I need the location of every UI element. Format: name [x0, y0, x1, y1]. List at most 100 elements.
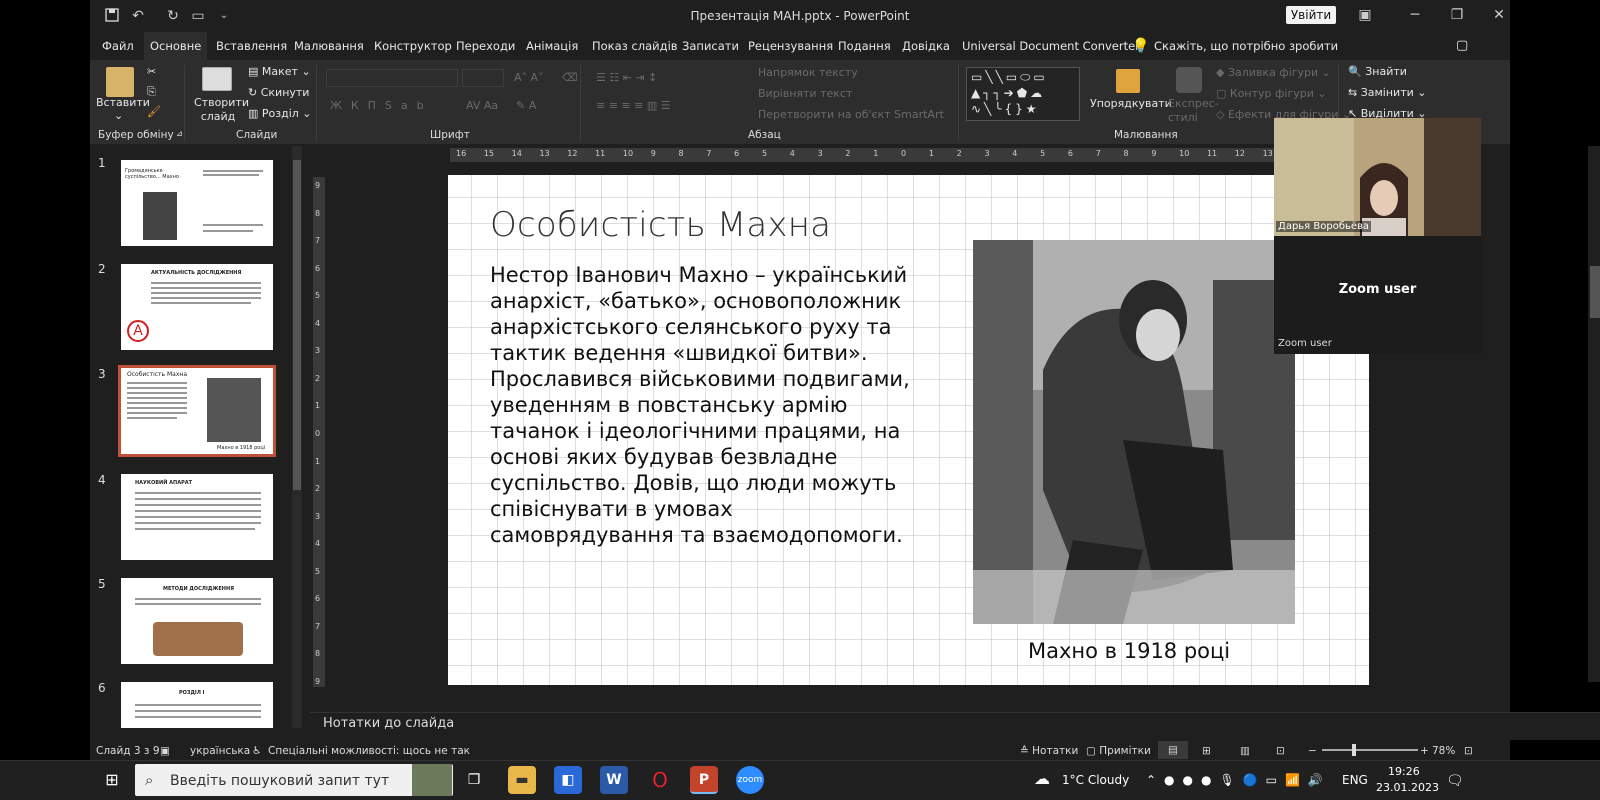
word-icon[interactable]: W: [600, 766, 628, 794]
thumbnail-slide-2[interactable]: АКТУАЛЬНІСТЬ ДОСЛІДЖЕННЯ A: [121, 264, 273, 350]
slide-title[interactable]: Особистість Махна: [490, 205, 831, 245]
layout-button[interactable]: ▤ Макет ⌄: [248, 65, 311, 78]
copy-icon[interactable]: ⎘: [147, 85, 156, 99]
normal-view-icon[interactable]: ▤: [1158, 741, 1188, 759]
store-icon[interactable]: ◧: [554, 766, 582, 794]
language-indicator[interactable]: українська: [190, 745, 250, 757]
shape-fill-button[interactable]: ◆ Заливка фігури ⌄: [1216, 66, 1331, 79]
paste-button[interactable]: Вставити: [96, 96, 150, 109]
input-language[interactable]: ENG: [1342, 773, 1368, 787]
tab-record[interactable]: Записати: [680, 32, 741, 60]
comments-button[interactable]: ▢ Примітки: [1086, 745, 1151, 757]
accessibility-icon[interactable]: ♿: [252, 745, 261, 757]
notes-button[interactable]: ≙ Нотатки: [1020, 745, 1078, 757]
zoom-slider-thumb[interactable]: [1352, 744, 1356, 756]
comments-icon[interactable]: ▢: [1454, 32, 1470, 60]
format-painter-icon[interactable]: 🖌: [147, 105, 161, 118]
font-size-box[interactable]: [462, 69, 504, 87]
slide-scroll-thumb[interactable]: [1590, 266, 1600, 318]
thumbnail-slide-4[interactable]: НАУКОВИЙ АПАРАТ: [121, 474, 273, 560]
sign-in-button[interactable]: Увійти: [1286, 6, 1336, 24]
tell-me-search[interactable]: Скажіть, що потрібно зробити: [1152, 32, 1340, 60]
list-buttons[interactable]: ☰ ☷ ⇤ ⇥ ↕: [596, 71, 657, 84]
accessibility-status[interactable]: Спеціальні можливості: щось не так: [268, 745, 470, 757]
makhno-photo[interactable]: [973, 240, 1295, 624]
clock-time[interactable]: 19:26: [1388, 765, 1420, 778]
zoom-in-icon[interactable]: +: [1420, 745, 1429, 757]
tab-slideshow[interactable]: Показ слайдів: [590, 32, 680, 60]
tab-review[interactable]: Рецензування: [746, 32, 835, 60]
highlight-icon[interactable]: ✎ A: [516, 99, 536, 112]
replace-button[interactable]: ⇆ Замінити ⌄: [1348, 86, 1426, 99]
zoom-slider[interactable]: [1322, 749, 1418, 751]
slideshow-view-icon[interactable]: ⊡: [1276, 745, 1285, 757]
font-name-box[interactable]: [326, 69, 458, 87]
ribbon-display-icon[interactable]: ▣: [1354, 6, 1376, 24]
restore-button[interactable]: ❐: [1446, 6, 1468, 24]
cut-icon[interactable]: ✂: [147, 65, 156, 78]
powerpoint-icon[interactable]: P: [690, 766, 718, 794]
notes-placeholder[interactable]: Нотатки до слайда: [323, 716, 454, 731]
minimize-button[interactable]: ─: [1404, 6, 1426, 24]
weather-icon[interactable]: ☁: [1034, 769, 1050, 788]
font-style-buttons[interactable]: ЖКПSab: [330, 99, 433, 112]
clock-date[interactable]: 23.01.2023: [1376, 781, 1439, 794]
smartart-button[interactable]: Перетворити на об'єкт SmartArt: [758, 108, 944, 121]
thumbnail-scroll-thumb[interactable]: [293, 160, 301, 490]
tab-help[interactable]: Довідка: [900, 32, 952, 60]
tab-transitions[interactable]: Переходи: [454, 32, 517, 60]
thumbnail-slide-3[interactable]: Особистість Махна Махно в 1918 році: [118, 365, 276, 457]
new-slide-icon[interactable]: [202, 67, 232, 91]
text-direction-button[interactable]: Напрямок тексту: [758, 66, 858, 79]
font-grow-icon[interactable]: A˄ A˅: [514, 71, 544, 84]
paste-icon[interactable]: [106, 67, 134, 97]
notifications-icon[interactable]: 🗨: [1446, 773, 1464, 789]
thumbnail-scrollbar[interactable]: [292, 146, 302, 728]
find-button[interactable]: 🔍 Знайти: [1348, 65, 1407, 78]
zoom-out-icon[interactable]: −: [1308, 745, 1317, 757]
arrange-icon[interactable]: [1116, 69, 1140, 93]
tab-view[interactable]: Подання: [836, 32, 893, 60]
slide-sorter-icon[interactable]: ⊞: [1202, 745, 1211, 757]
zoom-video-tile[interactable]: Zoom user Zoom user: [1274, 236, 1481, 354]
section-button[interactable]: ▥ Розділ ⌄: [248, 107, 312, 120]
arrange-button[interactable]: Упорядкувати: [1090, 97, 1172, 110]
task-view-icon[interactable]: ❐: [460, 766, 488, 794]
spelling-icon[interactable]: ▣: [160, 745, 170, 757]
reading-view-icon[interactable]: ▥: [1240, 745, 1250, 757]
align-buttons[interactable]: ≡ ≡ ≡ ≡ ▥ ☰: [596, 99, 671, 112]
tray-icons[interactable]: ⌃●●●🎙🔵▭📶🔊: [1146, 773, 1331, 787]
new-slide-button[interactable]: Створити слайд: [194, 96, 249, 124]
tab-animations[interactable]: Анімація: [524, 32, 580, 60]
slide-canvas[interactable]: Особистість Махна Нестор Іванович Махно …: [448, 175, 1369, 685]
tab-design[interactable]: Конструктор: [372, 32, 454, 60]
char-spacing-icon[interactable]: AV Aa: [466, 99, 498, 112]
opera-icon[interactable]: O: [646, 766, 674, 794]
thumbnail-slide-1[interactable]: Громадянське суспільство... Махно: [121, 160, 273, 246]
reset-button[interactable]: ↻ Скинути: [248, 86, 309, 99]
zoom-video-tile[interactable]: Дарья Воробьёва: [1274, 118, 1481, 236]
zoom-icon[interactable]: zoom: [736, 766, 764, 794]
zoom-level[interactable]: 78%: [1432, 745, 1455, 757]
close-button[interactable]: ✕: [1488, 6, 1510, 24]
shape-outline-button[interactable]: ▢ Контур фігури ⌄: [1216, 87, 1327, 100]
thumbnail-slide-5[interactable]: МЕТОДИ ДОСЛІДЖЕННЯ: [121, 578, 273, 664]
quick-styles-button[interactable]: Експрес-стилі: [1168, 97, 1219, 125]
thumbnail-slide-6[interactable]: РОЗДІЛ І: [121, 682, 273, 728]
shapes-gallery[interactable]: ▭╲╲▭⬭▭ ▲┐┐➔⬟☁ ∿╲╰{}★: [966, 67, 1080, 121]
tab-home[interactable]: Основне: [144, 32, 208, 60]
clipboard-launcher-icon[interactable]: ⊿: [176, 129, 183, 138]
tab-udc[interactable]: Universal Document Converter: [960, 32, 1142, 60]
vertical-ruler[interactable]: 9 8 7 6 5 4 3 2 1 0 1 2 3 4 5 6 7 8 9: [313, 177, 325, 687]
photo-caption[interactable]: Махно в 1918 році: [1028, 639, 1230, 663]
tab-draw[interactable]: Малювання: [292, 32, 366, 60]
slide-scrollbar[interactable]: [1588, 146, 1600, 682]
file-explorer-icon[interactable]: ▬: [508, 766, 536, 794]
quick-styles-icon[interactable]: [1176, 67, 1202, 93]
tab-insert[interactable]: Вставлення: [214, 32, 289, 60]
weather-text[interactable]: 1°C Cloudy: [1062, 773, 1129, 787]
windows-start-icon[interactable]: ⊞: [98, 766, 126, 794]
slide-body-text[interactable]: Нестор Іванович Махно – український анар…: [490, 262, 910, 548]
horizontal-ruler[interactable]: 16 15 14 13 12 11 10 9 8 7 6 5 4 3 2 1 0 1 2 3 4 5 6 7 8 9 10 11 12 1…: [450, 148, 1356, 162]
align-text-button[interactable]: Вирівняти текст: [758, 87, 852, 100]
